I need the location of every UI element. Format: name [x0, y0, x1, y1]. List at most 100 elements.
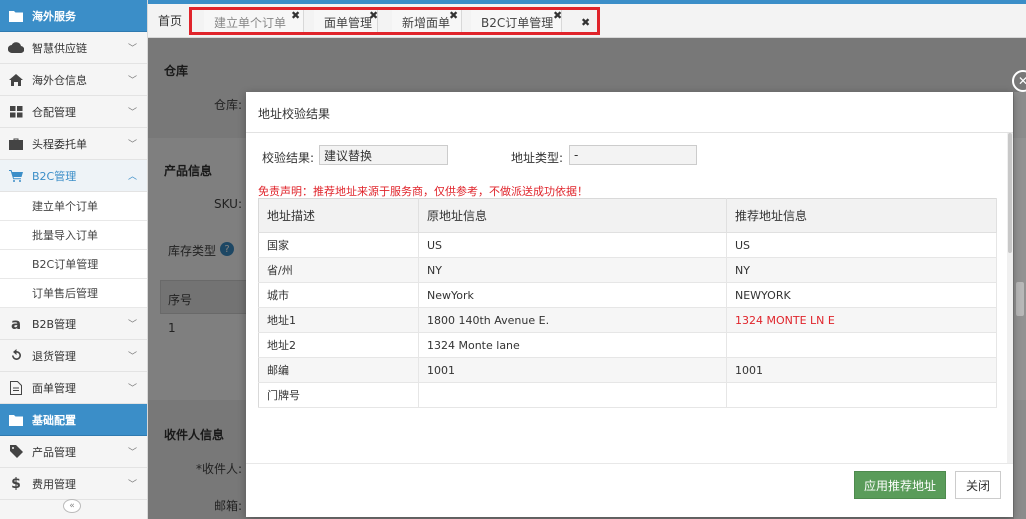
- chevron-up-icon: ︿: [127, 172, 137, 182]
- recommended-value: 1324 MONTE LN E: [726, 307, 997, 333]
- chevron-down-icon: ﹀: [127, 320, 137, 330]
- close-button[interactable]: 关闭: [955, 471, 1001, 499]
- divider: [246, 463, 1013, 464]
- chevron-down-icon: ﹀: [127, 44, 137, 54]
- address-field-name: 地址1: [258, 307, 419, 333]
- disclaimer-text: 免责声明：推荐地址来源于服务商，仅供参考，不做派送成功依据！: [258, 185, 588, 198]
- result-field[interactable]: [319, 145, 448, 165]
- address-field-name: 省/州: [258, 257, 419, 283]
- recommended-value: [726, 332, 997, 358]
- home-icon: [8, 72, 24, 88]
- folder-icon: [8, 8, 24, 24]
- recommended-value: NEWYORK: [726, 282, 997, 308]
- document-icon: [8, 380, 24, 396]
- chevron-down-icon: ﹀: [127, 140, 137, 150]
- tab-bar: 首页 建立单个订单 ✖ 面单管理 ✖ 新增面单 ✖ B2C订单管理 ✖ ✖: [148, 4, 1026, 38]
- address-field-name: 城市: [258, 282, 419, 308]
- column-header: 地址描述: [258, 198, 419, 233]
- table-row: 邮编 1001 1001: [258, 357, 997, 383]
- address-field-name: 门牌号: [258, 382, 419, 408]
- address-comparison-table: 地址描述 原地址信息 推荐地址信息 国家 US US 省/州 NY NY 城市 NewYork…: [258, 198, 997, 408]
- sidebar-item-supply-chain[interactable]: 智慧供应链 ﹀: [0, 32, 147, 64]
- tab-highlight-frame: [189, 7, 600, 35]
- sidebar: 海外服务 智慧供应链 ﹀ 海外仓信息 ﹀ 仓配管理 ﹀ 头程委托单 ﹀ B2C管…: [0, 0, 148, 519]
- grid-icon: [8, 104, 24, 120]
- table-row: 门牌号: [258, 382, 997, 408]
- apply-recommended-address-button[interactable]: 应用推荐地址: [854, 471, 946, 499]
- sidebar-item-label: 智慧供应链: [32, 41, 87, 55]
- sidebar-item-label: B2B管理: [32, 317, 77, 331]
- address-field-name: 地址2: [258, 332, 419, 358]
- sidebar-subitem-create-order[interactable]: 建立单个订单: [0, 192, 147, 221]
- page-scrollbar[interactable]: [1014, 92, 1026, 519]
- original-value: 1001: [418, 357, 727, 383]
- address-check-modal: 地址校验结果 校验结果: 地址类型: 免责声明：推荐地址来源于服务商，仅供参考，…: [246, 92, 1013, 517]
- result-label: 校验结果:: [262, 151, 315, 165]
- table-row: 城市 NewYork NEWYORK: [258, 282, 997, 308]
- cart-icon: [8, 168, 24, 184]
- table-row: 省/州 NY NY: [258, 257, 997, 283]
- undo-icon: [8, 348, 24, 364]
- column-header: 原地址信息: [418, 198, 727, 233]
- recommended-value: 1001: [726, 357, 997, 383]
- chevron-down-icon: ﹀: [127, 76, 137, 86]
- sidebar-item-fees[interactable]: $ 费用管理 ﹀: [0, 468, 147, 500]
- sidebar-item-returns[interactable]: 退货管理 ﹀: [0, 340, 147, 372]
- address-type-label: 地址类型:: [511, 151, 564, 165]
- sidebar-item-label: 头程委托单: [32, 137, 87, 151]
- table-row: 地址1 1800 140th Avenue E. 1324 MONTE LN E: [258, 307, 997, 333]
- chevron-down-icon: ﹀: [127, 352, 137, 362]
- sidebar-subitem-after-sales[interactable]: 订单售后管理: [0, 279, 147, 308]
- table-header-row: 地址描述 原地址信息 推荐地址信息: [258, 198, 997, 233]
- scrollbar-thumb[interactable]: [1008, 133, 1012, 253]
- sidebar-item-label: 仓配管理: [32, 105, 76, 119]
- sidebar-item-label: 面单管理: [32, 381, 76, 395]
- table-row: 地址2 1324 Monte lane: [258, 332, 997, 358]
- sidebar-item-b2b[interactable]: a B2B管理 ﹀: [0, 308, 147, 340]
- collapse-sidebar-button[interactable]: «: [63, 499, 81, 513]
- recommended-value: US: [726, 232, 997, 258]
- modal-scrollbar[interactable]: [1007, 133, 1013, 463]
- sidebar-item-label: 产品管理: [32, 445, 76, 459]
- sidebar-subitem-batch-import[interactable]: 批量导入订单: [0, 221, 147, 250]
- original-value: NY: [418, 257, 727, 283]
- briefcase-icon: [8, 136, 24, 152]
- chevron-down-icon: ﹀: [127, 108, 137, 118]
- tab-home[interactable]: 首页: [158, 12, 182, 29]
- sidebar-item-warehouse-distribution[interactable]: 仓配管理 ﹀: [0, 96, 147, 128]
- dollar-icon: $: [11, 475, 21, 492]
- sidebar-item-label: B2C管理: [32, 169, 77, 183]
- sidebar-item-b2c[interactable]: B2C管理 ︿: [0, 160, 147, 192]
- divider: [246, 132, 1013, 133]
- scrollbar-thumb[interactable]: [1016, 282, 1024, 316]
- sidebar-item-products[interactable]: 产品管理 ﹀: [0, 436, 147, 468]
- table-row: 国家 US US: [258, 232, 997, 258]
- modal-title: 地址校验结果: [258, 107, 331, 121]
- tag-icon: [8, 444, 24, 460]
- recommended-value: NY: [726, 257, 997, 283]
- original-value: 1324 Monte lane: [418, 332, 727, 358]
- amazon-icon: a: [10, 314, 22, 333]
- sidebar-item-label: 海外仓信息: [32, 73, 87, 87]
- original-value: NewYork: [418, 282, 727, 308]
- address-type-field[interactable]: [569, 145, 697, 165]
- folder-icon: [8, 412, 24, 428]
- original-value: [418, 382, 727, 408]
- sidebar-subitem-b2c-orders[interactable]: B2C订单管理: [0, 250, 147, 279]
- sidebar-item-first-leg[interactable]: 头程委托单 ﹀: [0, 128, 147, 160]
- sidebar-item-labels[interactable]: 面单管理 ﹀: [0, 372, 147, 404]
- sidebar-item-overseas-warehouse[interactable]: 海外仓信息 ﹀: [0, 64, 147, 96]
- sidebar-section-basic-config[interactable]: 基础配置: [0, 404, 147, 436]
- sidebar-item-label: 费用管理: [32, 477, 76, 491]
- chevron-down-icon: ﹀: [127, 448, 137, 458]
- recommended-value: [726, 382, 997, 408]
- sidebar-item-label: 退货管理: [32, 349, 76, 363]
- column-header: 推荐地址信息: [726, 198, 997, 233]
- cloud-icon: [8, 40, 24, 56]
- sidebar-section-overseas[interactable]: 海外服务: [0, 0, 147, 32]
- sidebar-item-label: 基础配置: [32, 413, 76, 427]
- sidebar-item-label: 海外服务: [32, 9, 76, 23]
- address-field-name: 邮编: [258, 357, 419, 383]
- original-value: 1800 140th Avenue E.: [418, 307, 727, 333]
- address-field-name: 国家: [258, 232, 419, 258]
